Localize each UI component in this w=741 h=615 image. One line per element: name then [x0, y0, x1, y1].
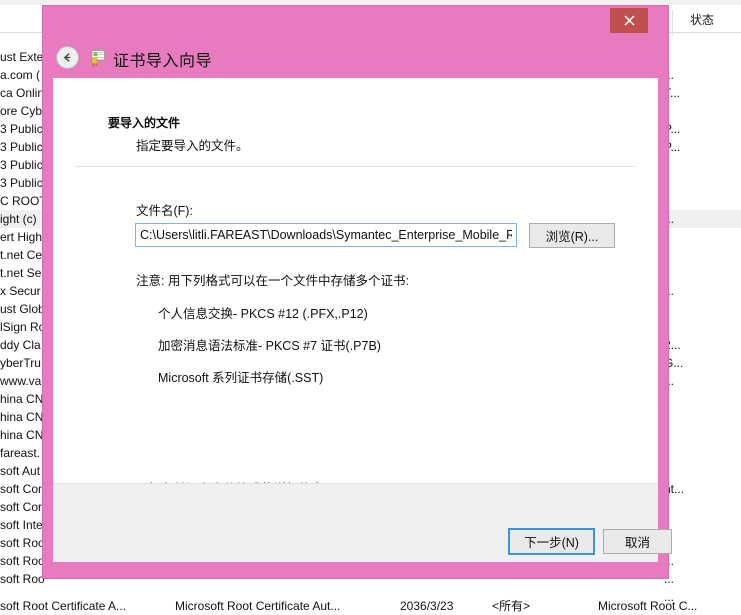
dialog-title: 证书导入向导 — [113, 53, 213, 70]
list-item-status[interactable]: ... — [664, 66, 741, 84]
list-item-status[interactable]: ... — [664, 282, 741, 300]
certificate-row-bottom[interactable]: soft Root Certificate A... Microsoft Roo… — [0, 597, 741, 615]
certificate-icon — [89, 49, 107, 67]
next-button[interactable]: 下一步(N) — [508, 528, 595, 555]
list-item-status[interactable]: G... — [664, 354, 741, 372]
cell-issued-to: soft Root Certificate A... — [0, 599, 127, 613]
cell-friendly-name: Microsoft Root C... — [598, 599, 698, 613]
cell-purpose: <所有> — [492, 599, 531, 613]
browse-button[interactable]: 浏览(R)... — [529, 223, 615, 248]
cancel-button[interactable]: 取消 — [603, 529, 672, 554]
column-header-status[interactable]: 状态 — [690, 11, 714, 28]
file-name-input[interactable] — [135, 223, 517, 247]
back-arrow-icon[interactable] — [56, 46, 79, 69]
divider — [75, 166, 635, 167]
file-name-label: 文件名(F): — [136, 204, 193, 218]
dialog-footer: 下一步(N) 取消 — [53, 483, 672, 562]
dialog-title-bar: 证书导入向导 — [43, 6, 668, 76]
list-item-status[interactable]: ... — [664, 372, 741, 390]
cell-issued-by: Microsoft Root Certificate Aut... — [175, 599, 341, 613]
list-item-status[interactable]: 2... — [664, 336, 741, 354]
list-item-status[interactable]: ... — [664, 552, 741, 570]
column-divider — [672, 10, 673, 36]
close-icon[interactable] — [610, 8, 648, 33]
list-item-status[interactable]: ... — [664, 570, 741, 588]
list-item-status[interactable]: P... — [664, 138, 741, 156]
list-item-status[interactable]: nt... — [664, 480, 741, 498]
page-title: 要导入的文件 — [108, 116, 181, 130]
cell-expiry-date: 2036/3/23 — [400, 599, 454, 613]
certificate-import-wizard-dialog: 证书导入向导 要导入的文件 指定要导入的文件。 文件名(F): 浏览(R)...… — [43, 6, 672, 578]
format-item: Microsoft 系列证书存储(.SST) — [158, 371, 324, 385]
list-item-status[interactable]: P... — [664, 120, 741, 138]
page-subtitle: 指定要导入的文件。 — [136, 139, 249, 153]
list-item-status[interactable]: T... — [664, 84, 741, 102]
list-item-status[interactable]: ... — [664, 210, 741, 228]
format-item: 个人信息交换- PKCS #12 (.PFX,.P12) — [158, 307, 368, 321]
formats-note: 注意: 用下列格式可以在一个文件中存储多个证书: — [136, 274, 409, 288]
format-item: 加密消息语法标准- PKCS #7 证书(.P7B) — [158, 339, 381, 353]
